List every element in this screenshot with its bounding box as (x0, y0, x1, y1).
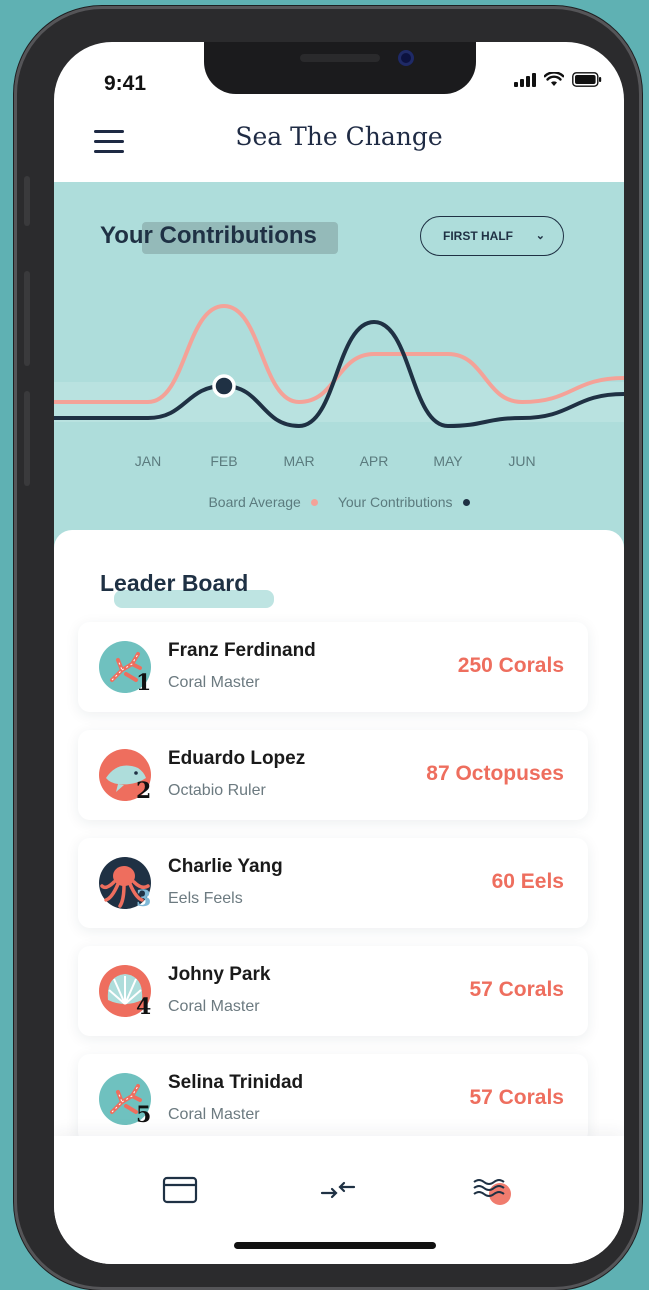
wifi-icon (544, 72, 564, 86)
x-tick-label: MAY (433, 453, 463, 469)
highlight-point[interactable] (212, 374, 236, 398)
card-icon[interactable] (158, 1170, 202, 1210)
x-tick-label: MAR (283, 453, 314, 469)
leaderboard-title: Leader Board (100, 570, 249, 596)
player-name: Charlie Yang (168, 856, 283, 877)
rank-number: 2 (136, 778, 152, 804)
x-tick-label: JAN (135, 453, 161, 469)
leaderboard-row[interactable]: 5 Selina Trinidad Coral Master 57 Corals (78, 1054, 588, 1144)
waves-icon[interactable] (470, 1170, 514, 1210)
rank-number: 5 (136, 1102, 152, 1128)
player-title: Coral Master (168, 998, 260, 1015)
x-tick-label: JUN (508, 453, 535, 469)
phone-frame: 9:41 Sea The Change Your Contributions F… (14, 6, 642, 1290)
player-score: 57 Corals (469, 1086, 564, 1109)
rank-number: 3 (136, 886, 152, 912)
player-title: Coral Master (168, 1106, 260, 1123)
player-name: Selina Trinidad (168, 1072, 304, 1093)
front-camera (398, 50, 414, 66)
legend-your-contributions-dot (462, 499, 470, 507)
battery-icon (572, 72, 602, 87)
leaderboard-card: Leader Board 1 Franz Ferdinand Coral Mas… (54, 530, 624, 1150)
player-score: 250 Corals (457, 654, 564, 677)
screen: 9:41 Sea The Change Your Contributions F… (54, 42, 624, 1264)
status-icons (514, 72, 602, 87)
player-name: Eduardo Lopez (168, 748, 306, 769)
speaker-grille (300, 54, 380, 62)
player-name: Johny Park (168, 964, 271, 985)
player-name: Franz Ferdinand (168, 640, 316, 661)
app-title: Sea The Change (235, 122, 443, 151)
legend-board-average: Board Average (208, 494, 301, 510)
leaderboard-row[interactable]: 1 Franz Ferdinand Coral Master 250 Coral… (78, 622, 588, 712)
leaderboard-row[interactable]: 4 Johny Park Coral Master 57 Corals (78, 946, 588, 1036)
player-title: Coral Master (168, 674, 260, 691)
chart-legend: Board Average Your Contributions (54, 494, 624, 510)
home-indicator (234, 1242, 436, 1249)
contributions-chart: JAN FEB MAR APR MAY JUN (54, 303, 624, 469)
rank-number: 4 (136, 994, 152, 1020)
x-tick-label: FEB (210, 453, 237, 469)
player-score: 60 Eels (491, 870, 564, 893)
x-tick-label: APR (360, 453, 389, 469)
player-title: Eels Feels (168, 890, 243, 907)
legend-your-contributions: Your Contributions (337, 494, 453, 510)
player-score: 57 Corals (469, 978, 564, 1001)
app-header: Sea The Change (54, 110, 624, 182)
mute-switch (24, 176, 30, 226)
player-score: 87 Octopuses (426, 762, 564, 785)
volume-down-button (24, 391, 30, 486)
volume-up-button (24, 271, 30, 366)
rank-number: 1 (136, 670, 152, 696)
legend-board-average-dot (310, 499, 318, 507)
status-time: 9:41 (104, 72, 147, 95)
leaderboard-row[interactable]: 3 Charlie Yang Eels Feels 60 Eels (78, 838, 588, 928)
player-title: Octabio Ruler (168, 782, 266, 799)
notch (204, 42, 476, 94)
signal-icon (514, 72, 536, 87)
leaderboard-row[interactable]: 2 Eduardo Lopez Octabio Ruler 87 Octopus… (78, 730, 588, 820)
transfer-icon[interactable] (316, 1170, 360, 1210)
